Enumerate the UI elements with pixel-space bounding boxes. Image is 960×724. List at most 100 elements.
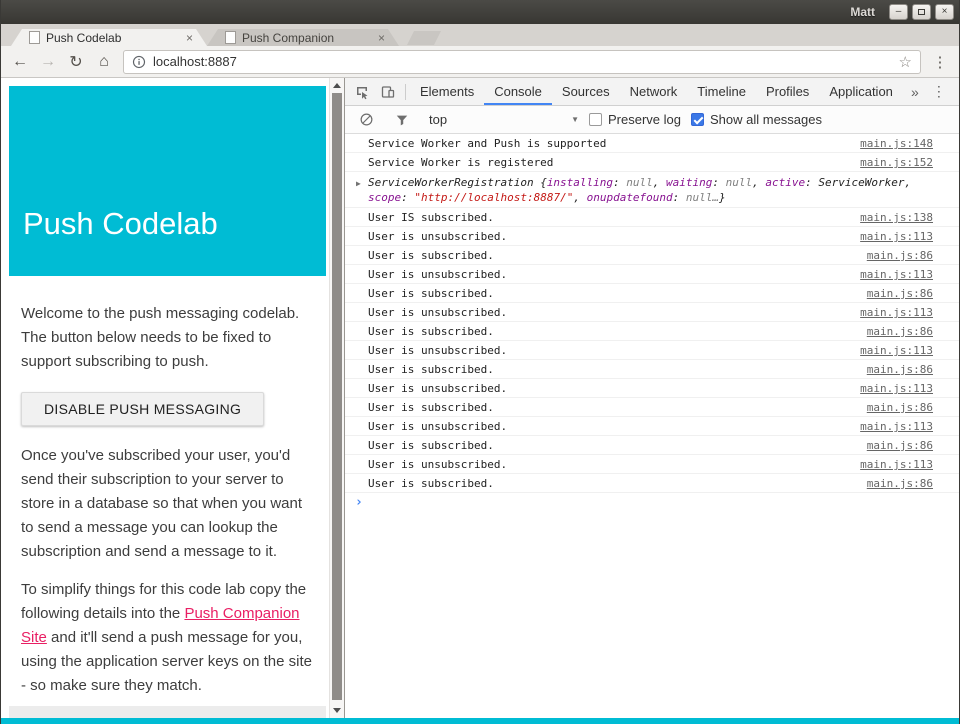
console-source-link[interactable]: main.js:113 — [860, 382, 933, 395]
console-source-link[interactable]: main.js:86 — [867, 401, 933, 414]
show-all-messages-checkbox[interactable] — [691, 113, 704, 126]
devtools-toolbar: ElementsConsoleSourcesNetworkTimelinePro… — [345, 78, 959, 106]
scrollbar-thumb[interactable] — [332, 93, 342, 700]
console-source-link[interactable]: main.js:113 — [860, 458, 933, 471]
scroll-up-arrow-icon[interactable] — [333, 83, 341, 88]
browser-menu-button[interactable]: ⋮ — [927, 49, 953, 75]
dropdown-arrow-icon: ▼ — [571, 115, 579, 124]
show-all-messages-toggle[interactable]: Show all messages — [691, 112, 822, 127]
console-area: Service Worker and Push is supportedmain… — [345, 134, 959, 718]
console-message: User IS subscribed.main.js:138 — [345, 208, 959, 227]
console-message: User is unsubscribed.main.js:113 — [345, 227, 959, 246]
device-toolbar-button[interactable] — [375, 79, 401, 105]
window-bottom-border — [1, 718, 959, 724]
back-button[interactable]: ← — [7, 49, 33, 75]
devtools-close-icon[interactable]: × — [951, 79, 960, 105]
devtools-tabs: ElementsConsoleSourcesNetworkTimelinePro… — [410, 78, 903, 105]
page-favicon-icon — [29, 31, 40, 44]
window-close-button[interactable]: × — [935, 4, 954, 20]
companion-paragraph: To simplify things for this code lab cop… — [21, 578, 315, 698]
maximize-button[interactable] — [912, 4, 931, 20]
show-all-messages-label: Show all messages — [710, 112, 822, 127]
browser-window: Matt – × Push Codelab × Push Companion ×… — [0, 0, 960, 724]
console-message: User is unsubscribed.main.js:113 — [345, 265, 959, 284]
scroll-down-arrow-icon[interactable] — [333, 708, 341, 713]
minimize-button[interactable]: – — [889, 4, 908, 20]
devtools-tab-elements[interactable]: Elements — [410, 78, 484, 105]
forward-button[interactable]: → — [35, 49, 61, 75]
tab-close-icon[interactable]: × — [378, 32, 385, 44]
clear-console-button[interactable] — [353, 107, 379, 133]
devtools-toolbar-right: » ⋮ × — [903, 79, 960, 105]
console-source-link[interactable]: main.js:113 — [860, 344, 933, 357]
filter-button[interactable] — [389, 107, 415, 133]
preserve-log-toggle[interactable]: Preserve log — [589, 112, 681, 127]
console-source-link[interactable]: main.js:86 — [867, 477, 933, 490]
bookmark-star-icon[interactable]: ☆ — [899, 53, 912, 71]
intro-paragraph: Welcome to the push messaging codelab. T… — [21, 302, 315, 374]
browser-toolbar: ← → ↻ ⌂ localhost:8887 ☆ ⋮ — [1, 46, 959, 78]
console-messages: Service Worker and Push is supportedmain… — [345, 134, 959, 493]
console-message: User is subscribed.main.js:86 — [345, 474, 959, 493]
execution-context-selector[interactable]: top ▼ — [429, 112, 579, 127]
url-text: localhost:8887 — [153, 54, 892, 69]
devtools-tab-console[interactable]: Console — [484, 78, 552, 105]
reload-button[interactable]: ↻ — [63, 49, 89, 75]
console-source-link[interactable]: main.js:86 — [867, 287, 933, 300]
console-source-link[interactable]: main.js:86 — [867, 439, 933, 452]
console-source-link[interactable]: main.js:113 — [860, 268, 933, 281]
console-source-link[interactable]: main.js:152 — [860, 156, 933, 169]
address-bar[interactable]: localhost:8887 ☆ — [123, 50, 921, 74]
info-icon[interactable] — [132, 55, 146, 69]
tab-title: Push Companion — [242, 31, 372, 45]
companion-text-after: and it'll send a push message for you, u… — [21, 629, 312, 694]
console-source-link[interactable]: main.js:86 — [867, 363, 933, 376]
preserve-log-label: Preserve log — [608, 112, 681, 127]
console-source-link[interactable]: main.js:113 — [860, 420, 933, 433]
console-message: User is subscribed.main.js:86 — [345, 360, 959, 379]
console-message: User is subscribed.main.js:86 — [345, 398, 959, 417]
tab-title: Push Codelab — [46, 31, 180, 45]
console-message: User is unsubscribed.main.js:113 — [345, 379, 959, 398]
devtools-tab-application[interactable]: Application — [819, 78, 903, 105]
more-panels-chevron-icon[interactable]: » — [903, 79, 927, 105]
filter-funnel-icon — [395, 113, 409, 127]
page-scrollbar[interactable] — [329, 78, 344, 718]
devtools-tab-sources[interactable]: Sources — [552, 78, 620, 105]
console-source-link[interactable]: main.js:148 — [860, 137, 933, 150]
console-message: User is subscribed.main.js:86 — [345, 284, 959, 303]
console-message: Service Worker and Push is supportedmain… — [345, 134, 959, 153]
home-button[interactable]: ⌂ — [91, 49, 117, 75]
console-prompt[interactable]: › — [345, 493, 959, 511]
devtools-tab-network[interactable]: Network — [620, 78, 688, 105]
console-source-link[interactable]: main.js:138 — [860, 211, 933, 224]
console-source-link[interactable]: main.js:86 — [867, 249, 933, 262]
minimize-icon: – — [896, 7, 902, 17]
subscribe-paragraph: Once you've subscribed your user, you'd … — [21, 444, 315, 564]
console-source-link[interactable]: main.js:113 — [860, 306, 933, 319]
maximize-icon — [918, 9, 925, 15]
disable-push-messaging-button[interactable]: DISABLE PUSH MESSAGING — [21, 392, 264, 426]
console-message: ▶ServiceWorkerRegistration {installing: … — [345, 172, 959, 208]
console-source-link[interactable]: main.js:86 — [867, 325, 933, 338]
console-source-link[interactable]: main.js:113 — [860, 230, 933, 243]
window-titlebar[interactable]: Matt – × — [1, 0, 959, 24]
console-message: User is unsubscribed.main.js:113 — [345, 341, 959, 360]
devtools-menu-icon[interactable]: ⋮ — [927, 79, 951, 105]
console-message: User is subscribed.main.js:86 — [345, 246, 959, 265]
devtools-tab-timeline[interactable]: Timeline — [687, 78, 756, 105]
preserve-log-checkbox[interactable] — [589, 113, 602, 126]
new-tab-button[interactable] — [407, 31, 441, 45]
page-favicon-icon — [225, 31, 236, 44]
tab-strip: Push Codelab × Push Companion × — [1, 24, 959, 46]
browser-tab-push-codelab[interactable]: Push Codelab × — [11, 29, 207, 46]
inspect-element-button[interactable] — [349, 79, 375, 105]
console-message: User is unsubscribed.main.js:113 — [345, 455, 959, 474]
browser-tab-push-companion[interactable]: Push Companion × — [207, 29, 399, 46]
page-header: Push Codelab — [9, 86, 326, 276]
tab-close-icon[interactable]: × — [186, 32, 193, 44]
prompt-chevron-icon: › — [355, 495, 363, 510]
devtools-tab-profiles[interactable]: Profiles — [756, 78, 819, 105]
device-toolbar-icon — [380, 84, 396, 100]
expand-object-triangle-icon[interactable]: ▶ — [356, 177, 361, 190]
